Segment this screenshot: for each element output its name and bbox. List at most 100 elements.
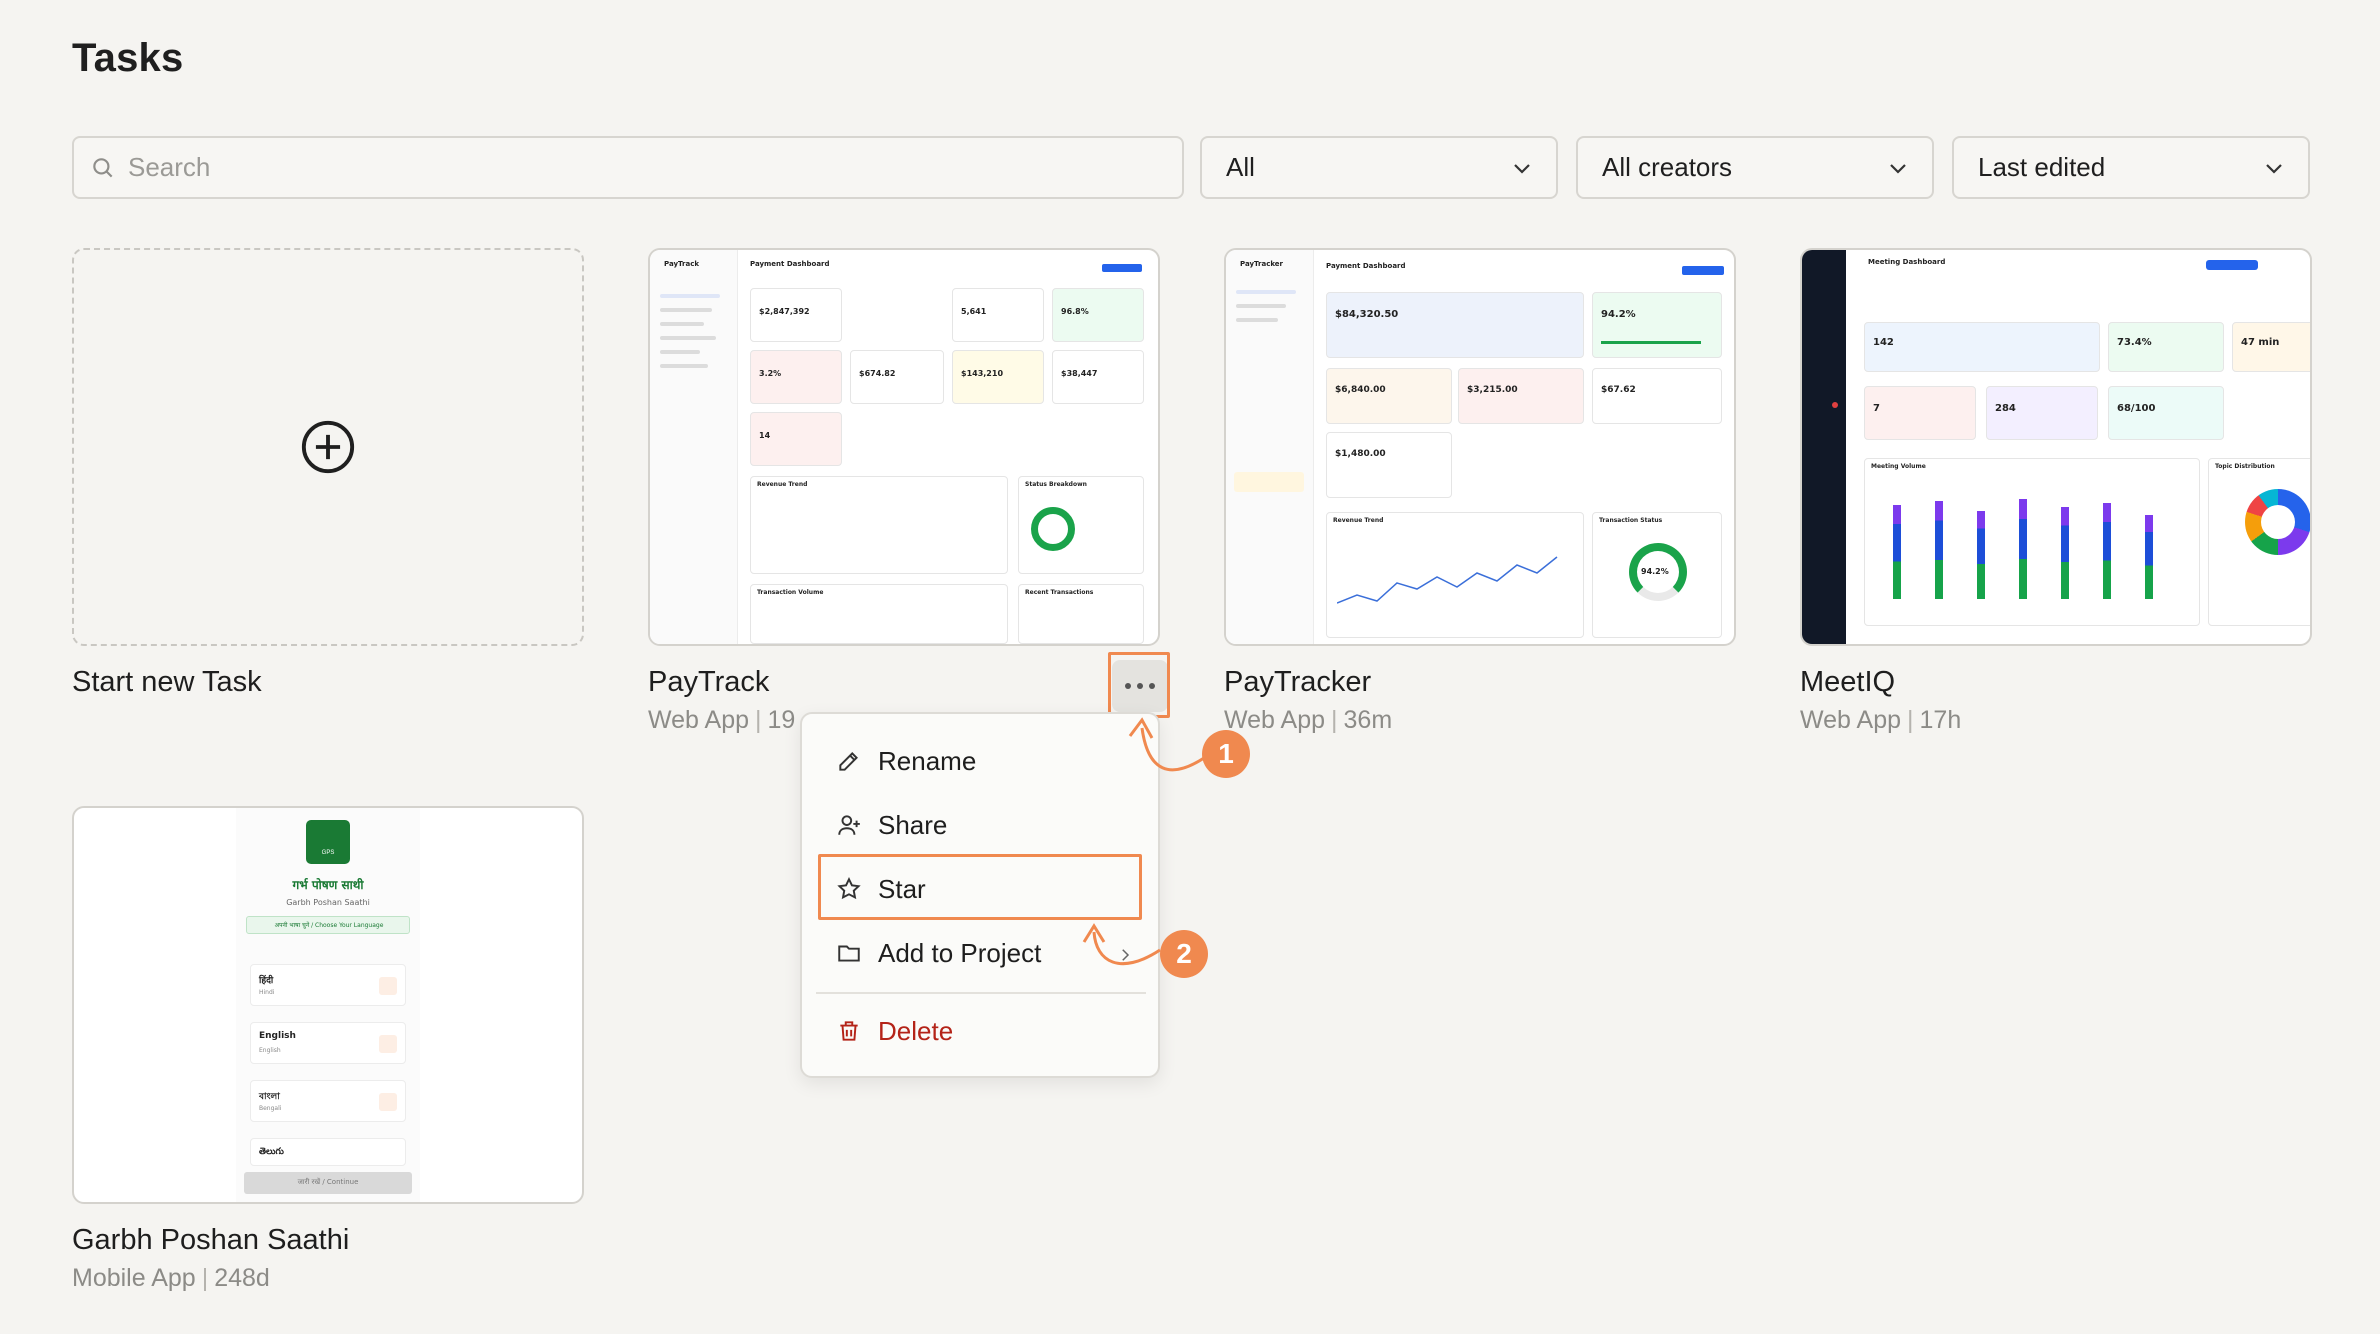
task-meta: Web App | 17h: [1800, 706, 1962, 734]
highlight-more-options: [1108, 652, 1170, 718]
user-plus-icon: [838, 815, 860, 835]
task-type: Web App: [1800, 706, 1902, 734]
kpi-value: 284: [1995, 403, 2016, 414]
type-filter-value: All: [1226, 152, 1255, 182]
menu-item-share[interactable]: Share: [816, 798, 1146, 852]
language-native: বাংলা: [259, 1092, 280, 1102]
plus-circle-icon: [301, 420, 355, 474]
section-title: Revenue Trend: [757, 481, 808, 488]
section-title: Topic Distribution: [2215, 463, 2275, 470]
task-meta: Mobile App | 248d: [72, 1264, 270, 1292]
kpi-value: 68/100: [2117, 403, 2156, 414]
language-english: English: [259, 1047, 281, 1054]
task-meta: Web App | 36m: [1224, 706, 1393, 734]
task-card-garbh-poshan-saathi[interactable]: GPS गर्भ पोषण साथी Garbh Poshan Saathi अ…: [72, 806, 584, 1293]
menu-item-delete[interactable]: Delete: [816, 1004, 1146, 1058]
kpi-value: $38,447: [1061, 369, 1098, 378]
tasks-page: Tasks All All creators Last edited Start…: [0, 0, 2380, 1334]
language-english: Hindi: [259, 989, 275, 996]
task-name: Garbh Poshan Saathi: [72, 1224, 350, 1256]
task-age: 19: [767, 706, 796, 734]
kpi-value: $143,210: [961, 369, 1004, 378]
chevron-down-icon: [1514, 163, 1530, 174]
start-new-task-label: Start new Task: [72, 666, 262, 698]
kpi-value: 94.2%: [1601, 309, 1636, 320]
sort-select[interactable]: Last edited: [1952, 136, 2310, 199]
language-native: English: [259, 1031, 296, 1041]
step-marker-1: 1: [1202, 730, 1250, 778]
task-thumbnail[interactable]: PayTracker Payment Dashboard $84,320.50 …: [1224, 248, 1736, 646]
kpi-value: $6,840.00: [1335, 385, 1386, 395]
kpi-value: 47 min: [2241, 337, 2280, 348]
menu-item-label: Delete: [878, 1015, 954, 1046]
new-task-dropzone[interactable]: [72, 248, 584, 646]
chevron-down-icon: [1890, 163, 1906, 174]
start-new-task-card[interactable]: Start new Task: [72, 248, 584, 700]
menu-item-rename[interactable]: Rename: [816, 734, 1146, 788]
thumb-title: Meeting Dashboard: [1868, 258, 1946, 266]
task-thumbnail[interactable]: GPS गर्भ पोषण साथी Garbh Poshan Saathi अ…: [72, 806, 584, 1204]
thumb-brand: PayTrack: [664, 260, 699, 268]
chevron-right-icon: [1122, 949, 1130, 961]
task-name: PayTracker: [1224, 666, 1372, 698]
kpi-value: $1,480.00: [1335, 449, 1386, 459]
task-thumbnail[interactable]: Meeting Dashboard 142 73.4% 47 min 7 284…: [1800, 248, 2312, 646]
menu-item-label: Share: [878, 809, 948, 840]
section-title: Recent Transactions: [1025, 589, 1094, 596]
task-age: 17h: [1919, 706, 1962, 734]
task-type: Web App: [1224, 706, 1326, 734]
task-type: Mobile App: [72, 1264, 196, 1292]
kpi-value: 7: [1873, 403, 1880, 414]
menu-item-label: Add to Project: [878, 937, 1042, 968]
menu-divider: [816, 992, 1146, 994]
task-name: PayTrack: [648, 666, 770, 698]
creator-filter-value: All creators: [1602, 152, 1733, 182]
thumb-title: Payment Dashboard: [750, 260, 830, 268]
app-logo: GPS: [306, 820, 350, 864]
section-title: Meeting Volume: [1871, 463, 1926, 470]
app-title-hindi: गर्भ पोषण साथी: [292, 878, 364, 892]
task-type: Web App: [648, 706, 750, 734]
task-card-paytracker[interactable]: PayTracker Payment Dashboard $84,320.50 …: [1224, 248, 1736, 735]
thumb-title: Payment Dashboard: [1326, 262, 1406, 270]
menu-item-add-to-project[interactable]: Add to Project: [816, 926, 1146, 980]
sort-value: Last edited: [1978, 152, 2106, 182]
creator-filter-select[interactable]: All creators: [1576, 136, 1934, 199]
thumb-sidebar: PayTracker: [1226, 250, 1314, 644]
kpi-value: $2,847,392: [759, 307, 810, 316]
step-marker-2: 2: [1160, 930, 1208, 978]
pencil-icon: [839, 752, 858, 771]
kpi-value: $84,320.50: [1335, 309, 1399, 320]
trash-icon: [840, 1021, 858, 1041]
search-icon: [93, 157, 113, 177]
section-title: Transaction Status: [1599, 517, 1663, 524]
search-bar[interactable]: [72, 136, 1184, 199]
task-age: 248d: [214, 1264, 270, 1292]
kpi-value: 142: [1873, 337, 1894, 348]
kpi-value: 14: [759, 431, 771, 440]
type-filter-select[interactable]: All: [1200, 136, 1558, 199]
task-card-meetiq[interactable]: Meeting Dashboard 142 73.4% 47 min 7 284…: [1800, 248, 2312, 735]
chevron-down-icon: [2266, 163, 2282, 174]
kpi-value: $67.62: [1601, 385, 1636, 395]
task-thumbnail[interactable]: PayTrack Payment Dashboard $2,847,392 5,…: [648, 248, 1160, 646]
thumb-sidebar: PayTrack: [650, 250, 738, 644]
kpi-value: 3.2%: [759, 369, 782, 378]
section-title: Status Breakdown: [1025, 481, 1087, 488]
continue-button: जारी रखें / Continue: [297, 1178, 359, 1186]
folder-icon: [838, 945, 860, 962]
kpi-value: 5,641: [961, 307, 987, 316]
task-age: 36m: [1343, 706, 1393, 734]
gauge-value: 94.2%: [1641, 567, 1669, 576]
search-input[interactable]: [128, 152, 1128, 183]
language-native: తెలుగు: [259, 1147, 284, 1157]
line-chart-icon: [1337, 556, 1558, 604]
task-name: MeetIQ: [1800, 666, 1896, 698]
kpi-value: $674.82: [859, 369, 896, 378]
language-native: हिंदी: [259, 976, 274, 986]
section-title: Revenue Trend: [1333, 517, 1384, 524]
app-subtitle: Garbh Poshan Saathi: [286, 898, 370, 907]
kpi-value: $3,215.00: [1467, 385, 1518, 395]
task-card-paytrack[interactable]: PayTrack Payment Dashboard $2,847,392 5,…: [648, 248, 1160, 735]
thumb-brand: PayTracker: [1240, 260, 1284, 268]
